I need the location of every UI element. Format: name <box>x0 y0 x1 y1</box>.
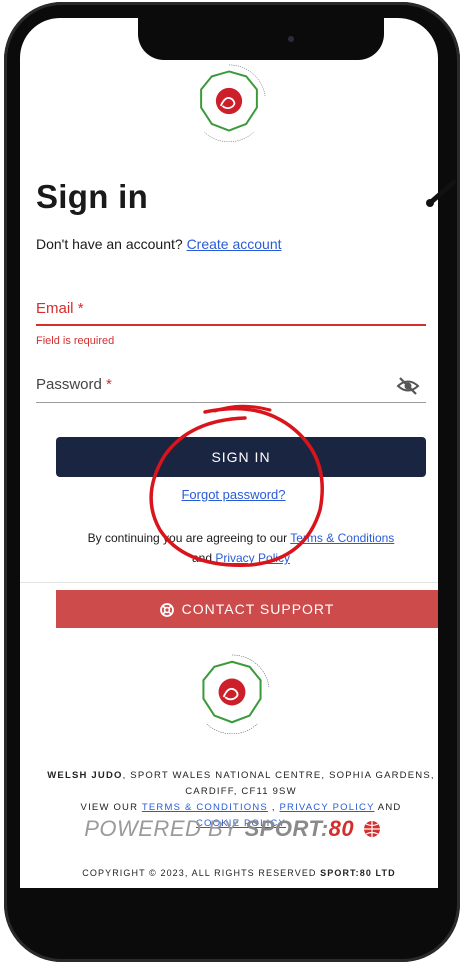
signup-prompt: Don't have an account? Create account <box>36 236 282 252</box>
contact-support-button[interactable]: CONTACT SUPPORT <box>56 590 438 628</box>
create-account-link[interactable]: Create account <box>187 236 282 252</box>
required-mark: * <box>106 376 112 393</box>
email-field[interactable]: Email * <box>36 300 84 317</box>
password-label: Password <box>36 376 102 393</box>
globe-icon <box>363 821 380 837</box>
phone-notch <box>138 18 384 60</box>
terms-and: and <box>191 551 212 565</box>
required-mark: * <box>77 300 84 317</box>
privacy-link[interactable]: Privacy Policy <box>215 551 290 565</box>
copyright-text: COPYRIGHT © 2023, ALL RIGHTS RESERVED <box>82 868 317 878</box>
powered-by[interactable]: POWERED BY SPORT:80 <box>0 816 467 842</box>
footer-and: AND <box>377 802 402 813</box>
terms-prefix: By continuing you are agreeing to our <box>87 531 288 545</box>
email-error: Field is required <box>36 335 115 347</box>
powered-brand: SPORT: <box>244 816 329 841</box>
signup-prompt-text: Don't have an account? <box>36 236 183 252</box>
phone-bottom-bezel <box>20 888 438 940</box>
password-underline <box>36 402 426 403</box>
email-underline <box>36 324 426 326</box>
powered-number: 80 <box>328 816 355 841</box>
footer-terms-link[interactable]: TERMS & CONDITIONS <box>142 802 268 813</box>
address-text: , SPORT WALES NATIONAL CENTRE, SOPHIA GA… <box>122 770 435 797</box>
copyright-brand: SPORT:80 LTD <box>320 868 396 878</box>
visibility-off-icon[interactable] <box>396 376 420 396</box>
password-field[interactable]: Password * <box>36 376 112 393</box>
footer-comma: , <box>271 802 276 813</box>
footer-privacy-link[interactable]: PRIVACY POLICY <box>280 802 375 813</box>
email-label: Email <box>36 300 74 317</box>
terms-link[interactable]: Terms & Conditions <box>290 531 394 545</box>
org-name: WELSH JUDO <box>47 770 123 781</box>
welsh-judo-logo-top <box>200 64 266 142</box>
welsh-judo-logo-bottom <box>202 654 270 734</box>
copyright: COPYRIGHT © 2023, ALL RIGHTS RESERVED SP… <box>20 868 458 878</box>
camera-dot <box>288 36 294 42</box>
powered-prefix: POWERED BY <box>84 816 238 841</box>
lifebuoy-icon <box>159 603 174 617</box>
view-our-text: VIEW OUR <box>80 802 139 813</box>
contact-support-label: CONTACT SUPPORT <box>181 601 335 617</box>
page-title: Sign in <box>36 178 149 215</box>
forgot-password-link[interactable]: Forgot password? <box>181 487 285 502</box>
forgot-password-row: Forgot password? <box>0 487 467 502</box>
terms-text: By continuing you are agreeing to our Te… <box>56 528 426 568</box>
divider <box>20 582 438 583</box>
sign-in-button[interactable]: SIGN IN <box>56 437 426 477</box>
